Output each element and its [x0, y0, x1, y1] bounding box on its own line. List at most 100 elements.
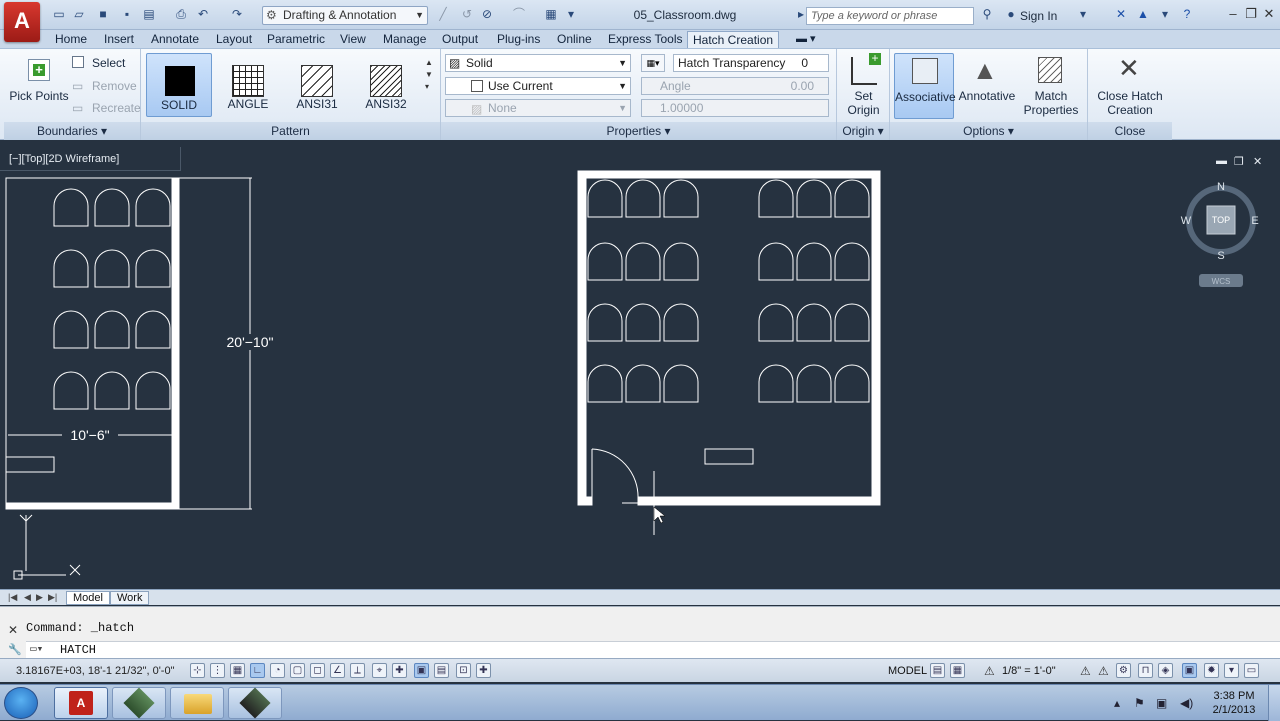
ribbon-toggle-icon[interactable]: ▬ ▾	[796, 31, 816, 48]
taskbar-autocad[interactable]: A	[54, 687, 108, 719]
layer-icon[interactable]: ▦	[544, 8, 558, 21]
annotative-button[interactable]: ▲ Annotative	[956, 53, 1018, 119]
pattern-ansi31-swatch[interactable]: ANSI31	[284, 53, 350, 117]
viewport-minimize-icon[interactable]: ▬	[1216, 155, 1227, 167]
viewcube[interactable]: TOP N S E W WCS	[1181, 181, 1259, 287]
quick-properties-icon[interactable]: ▤	[434, 663, 449, 678]
next-tab-arrow-icon[interactable]: ▶	[36, 592, 43, 603]
application-menu-button[interactable]: A	[4, 2, 40, 42]
polar-tracking-icon[interactable]: ◔	[270, 663, 285, 678]
workspace-dropdown[interactable]: ⚙ Drafting & Annotation ▼	[262, 6, 428, 25]
tray-expand-icon[interactable]: ▴	[1114, 696, 1120, 710]
hatch-transparency-field[interactable]: Hatch Transparency 0	[673, 54, 829, 72]
isolate-objects-icon[interactable]: ▣	[1182, 663, 1197, 678]
plot-icon[interactable]: ⎙	[174, 8, 188, 21]
select-button[interactable]: Select	[92, 56, 125, 70]
save-icon[interactable]: ■	[96, 8, 110, 21]
3d-object-snap-icon[interactable]: ◻	[310, 663, 325, 678]
tab-manage[interactable]: Manage	[383, 31, 426, 48]
dynamic-input-icon[interactable]: ⌖	[372, 663, 387, 678]
customize-wrench-icon[interactable]: 🔧	[8, 643, 22, 656]
model-space-button[interactable]: MODEL	[888, 665, 927, 677]
tab-view[interactable]: View	[340, 31, 366, 48]
sign-in-link[interactable]: Sign In	[1020, 9, 1057, 23]
viewcube-west[interactable]: W	[1181, 215, 1192, 227]
lineweight-icon[interactable]: ✚	[392, 663, 407, 678]
minimize-button[interactable]: –	[1226, 7, 1240, 21]
tab-annotate[interactable]: Annotate	[151, 31, 199, 48]
pattern-angle-swatch[interactable]: ANGLE	[215, 53, 281, 117]
associative-button[interactable]: Associative	[894, 53, 956, 119]
angle-field[interactable]: Angle 0.00	[641, 77, 829, 95]
hatch-color-dropdown[interactable]: Use Current ▼	[445, 77, 631, 95]
user-icon[interactable]: ●	[1004, 8, 1018, 21]
lightbulb-icon[interactable]: ✹	[1204, 663, 1219, 678]
taskbar-app-2[interactable]	[112, 687, 166, 719]
tab-insert[interactable]: Insert	[104, 31, 134, 48]
tab-layout[interactable]: Layout	[216, 31, 252, 48]
start-button[interactable]	[4, 687, 38, 719]
auto-scale-icon[interactable]: ⚠	[1098, 664, 1109, 678]
background-color-dropdown[interactable]: ▨ None ▼	[445, 99, 631, 117]
undo-icon[interactable]: ↶	[196, 8, 210, 21]
origin-panel-title[interactable]: Origin ▾	[837, 122, 889, 140]
new-file-icon[interactable]: ▭	[52, 8, 66, 21]
transparency-icon[interactable]: ▣	[414, 663, 429, 678]
infer-constraints-icon[interactable]: ⊹	[190, 663, 205, 678]
dynamic-ucs-icon[interactable]: ⟂	[350, 663, 365, 678]
open-file-icon[interactable]: ▱	[72, 8, 86, 21]
maximize-button[interactable]: ❐	[1244, 7, 1258, 21]
annotation-scale-dropdown[interactable]: 1/8" = 1'-0"	[1002, 665, 1056, 677]
lock-icon[interactable]: ⊓	[1138, 663, 1153, 678]
selection-cycling-icon[interactable]: ⊡	[456, 663, 471, 678]
object-snap-icon[interactable]: ▢	[290, 663, 305, 678]
sign-in-dropdown-icon[interactable]: ▾	[1076, 8, 1090, 21]
search-input[interactable]: Type a keyword or phrase	[806, 7, 974, 25]
pattern-ansi32-swatch[interactable]: ANSI32	[353, 53, 419, 117]
close-window-button[interactable]: ✕	[1262, 7, 1276, 21]
viewport-restore-icon[interactable]: ❐	[1234, 155, 1244, 168]
ortho-icon[interactable]: ∟	[250, 663, 265, 678]
arc-icon[interactable]: ↺	[460, 8, 474, 21]
drawing-svg[interactable]: 20'−10" 10'−6" TOP N S E W WCS	[0, 147, 1280, 589]
viewcube-east[interactable]: E	[1251, 215, 1258, 227]
drawing-canvas[interactable]: 20'−10" 10'−6" TOP N S E W WCS [−][Top][…	[0, 147, 1280, 589]
boundaries-panel-title[interactable]: Boundaries ▾	[4, 122, 140, 140]
help-icon[interactable]: ?	[1180, 8, 1194, 21]
command-input[interactable]: ▭▾ HATCH	[26, 641, 1280, 659]
tab-express-tools[interactable]: Express Tools	[608, 31, 682, 48]
tab-parametric[interactable]: Parametric	[267, 31, 325, 48]
action-center-icon[interactable]: ⚑	[1134, 696, 1145, 710]
tab-model[interactable]: Model	[66, 591, 110, 605]
close-hatch-creation-button[interactable]: Close Hatch Creation	[1088, 89, 1172, 117]
set-origin-button[interactable]: Set Origin	[837, 89, 890, 117]
circle-icon[interactable]: ⊘	[480, 8, 494, 21]
tab-output[interactable]: Output	[442, 31, 478, 48]
help-dropdown-icon[interactable]: ▾	[1158, 8, 1172, 21]
viewport-controls-label[interactable]: [−][Top][2D Wireframe]	[9, 153, 119, 165]
coordinates-display[interactable]: 3.18167E+03, 18'-1 21/32", 0'-0"	[16, 665, 175, 677]
pattern-solid-swatch[interactable]: SOLID	[146, 53, 212, 117]
remove-button[interactable]: Remove	[92, 79, 137, 93]
plot-preview-icon[interactable]: ▤	[142, 8, 156, 21]
quick-view-drawings-icon[interactable]: ▦	[950, 663, 965, 678]
network-icon[interactable]: ▣	[1156, 696, 1167, 710]
show-desktop-button[interactable]	[1268, 685, 1280, 721]
line-icon[interactable]: ╱	[436, 8, 450, 21]
prev-tab-arrow-icon[interactable]: ◀	[24, 592, 31, 603]
taskbar-clock[interactable]: 3:38 PM 2/1/2013	[1206, 689, 1262, 717]
viewcube-north[interactable]: N	[1217, 181, 1225, 193]
pick-points-button[interactable]: Pick Points	[6, 89, 72, 103]
hardware-acceleration-icon[interactable]: ◈	[1158, 663, 1173, 678]
tab-home[interactable]: Home	[55, 31, 87, 48]
workspace-switching-icon[interactable]: ⚙	[1116, 663, 1131, 678]
tab-online[interactable]: Online	[557, 31, 592, 48]
scale-field[interactable]: 1.00000	[641, 99, 829, 117]
quick-view-layouts-icon[interactable]: ▤	[930, 663, 945, 678]
first-tab-arrow-icon[interactable]: |◀	[8, 592, 17, 603]
viewport-close-icon[interactable]: ✕	[1253, 155, 1262, 168]
hatch-type-dropdown[interactable]: ▨ Solid ▼	[445, 54, 631, 72]
recreate-button[interactable]: Recreate	[92, 101, 141, 115]
match-properties-button[interactable]: Match Properties	[1018, 53, 1084, 119]
close-command-line-icon[interactable]: ✕	[8, 623, 18, 637]
